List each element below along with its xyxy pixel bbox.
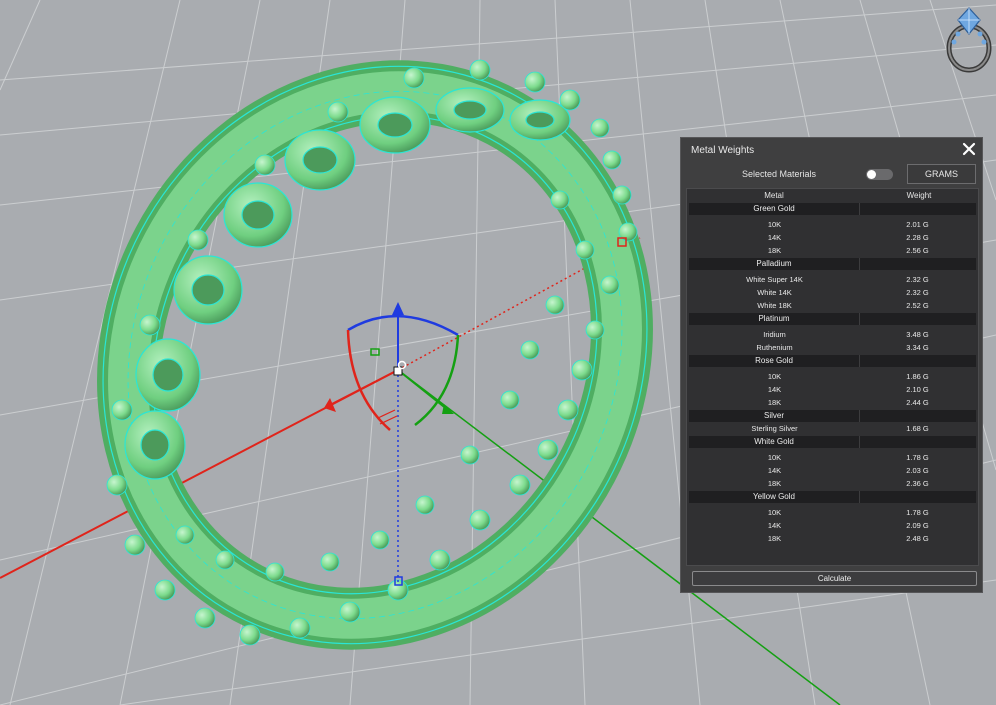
metal-group-name: Platinum [689, 313, 860, 325]
metal-group-row[interactable]: Palladium [689, 258, 976, 270]
metal-row[interactable]: 18K 2.36 G [687, 477, 978, 490]
metal-weight: 2.36 G [906, 479, 929, 488]
metal-group-name: White Gold [689, 436, 860, 448]
ring-model[interactable] [3, 0, 748, 705]
metal-group-name: Palladium [689, 258, 860, 270]
metal-weights-table: Metal Weight Green Gold 10K 2.01 G 14K 2.28 … [686, 188, 979, 566]
metal-name: 18K [767, 398, 782, 407]
metal-weight: 2.03 G [906, 466, 929, 475]
metal-weight: 2.56 G [906, 246, 929, 255]
metal-group-name: Rose Gold [689, 355, 860, 367]
metal-group-name: Green Gold [689, 203, 860, 215]
metal-row[interactable]: 18K 2.56 G [687, 244, 978, 257]
metal-name: White 14K [757, 288, 792, 297]
metal-row[interactable]: 10K 2.01 G [687, 218, 978, 231]
panel-title: Metal Weights [691, 145, 755, 156]
metal-name: 14K [767, 233, 782, 242]
metal-list: Green Gold 10K 2.01 G 14K 2.28 G 18K 2.56 G Pal… [687, 202, 978, 545]
metal-row[interactable]: Sterling Silver 1.68 G [687, 422, 978, 435]
selected-materials-label: Selected Materials [742, 169, 817, 179]
metal-name: Ruthenium [756, 343, 793, 352]
selected-materials-toggle[interactable] [866, 169, 893, 180]
column-header-weight[interactable]: Weight [860, 190, 978, 202]
metal-weight: 1.78 G [906, 453, 929, 462]
metal-group-row[interactable]: Rose Gold [689, 355, 976, 367]
metal-name: 10K [767, 220, 782, 229]
metal-name: White 18K [757, 301, 792, 310]
metal-name: 10K [767, 372, 782, 381]
metal-weight: 1.86 G [906, 372, 929, 381]
metal-row[interactable]: 14K 2.03 G [687, 464, 978, 477]
metal-row[interactable]: White 14K 2.32 G [687, 286, 978, 299]
metal-weight: 2.52 G [906, 301, 929, 310]
metal-group-row[interactable]: Platinum [689, 313, 976, 325]
metal-row[interactable]: 18K 2.44 G [687, 396, 978, 409]
metal-row[interactable]: White Super 14K 2.32 G [687, 273, 978, 286]
transform-gizmo[interactable] [324, 302, 460, 586]
metal-row[interactable]: 10K 1.78 G [687, 506, 978, 519]
metal-weight: 2.01 G [906, 220, 929, 229]
metal-group-row[interactable]: Yellow Gold [689, 491, 976, 503]
metal-weight: 3.48 G [906, 330, 929, 339]
metal-row[interactable]: 18K 2.48 G [687, 532, 978, 545]
metal-row[interactable]: White 18K 2.52 G [687, 299, 978, 312]
metal-name: Sterling Silver [751, 424, 798, 433]
metal-group-name: Yellow Gold [689, 491, 860, 503]
metal-weight: 2.44 G [906, 398, 929, 407]
metal-weight: 1.68 G [906, 424, 929, 433]
calculate-button[interactable]: Calculate [692, 571, 977, 586]
metal-name: 14K [767, 385, 782, 394]
metal-row[interactable]: 10K 1.78 G [687, 451, 978, 464]
metal-weight: 1.78 G [906, 508, 929, 517]
panel-header: Metal Weights [681, 138, 982, 162]
metal-group-row[interactable]: White Gold [689, 436, 976, 448]
metal-weight: 2.32 G [906, 288, 929, 297]
metal-group-row[interactable]: Green Gold [689, 203, 976, 215]
metal-row[interactable]: Iridium 3.48 G [687, 328, 978, 341]
metal-name: 18K [767, 479, 782, 488]
metal-name: 14K [767, 521, 782, 530]
metal-name: 18K [767, 246, 782, 255]
metal-weight: 3.34 G [906, 343, 929, 352]
toggle-knob [867, 170, 876, 179]
metal-name: 10K [767, 508, 782, 517]
metal-group-name: Silver [689, 410, 860, 422]
metal-row[interactable]: 14K 2.10 G [687, 383, 978, 396]
metal-weight: 2.09 G [906, 521, 929, 530]
close-icon[interactable] [961, 141, 977, 157]
units-button[interactable]: GRAMS [907, 164, 976, 184]
metal-weight: 2.48 G [906, 534, 929, 543]
metal-name: 18K [767, 534, 782, 543]
metal-weight: 2.10 G [906, 385, 929, 394]
metal-row[interactable]: 14K 2.09 G [687, 519, 978, 532]
metal-weight: 2.32 G [906, 275, 929, 284]
metal-name: 14K [767, 466, 782, 475]
metal-group-row[interactable]: Silver [689, 410, 976, 422]
ring-logo-icon [944, 4, 994, 76]
metal-name: White Super 14K [746, 275, 803, 284]
metal-name: 10K [767, 453, 782, 462]
metal-weights-panel: Metal Weights Selected Materials GRAMS M… [680, 137, 983, 593]
metal-row[interactable]: 14K 2.28 G [687, 231, 978, 244]
metal-name: Iridium [763, 330, 786, 339]
metal-row[interactable]: Ruthenium 3.34 G [687, 341, 978, 354]
metal-row[interactable]: 10K 1.86 G [687, 370, 978, 383]
column-header-metal[interactable]: Metal [688, 190, 860, 202]
metal-weight: 2.28 G [906, 233, 929, 242]
